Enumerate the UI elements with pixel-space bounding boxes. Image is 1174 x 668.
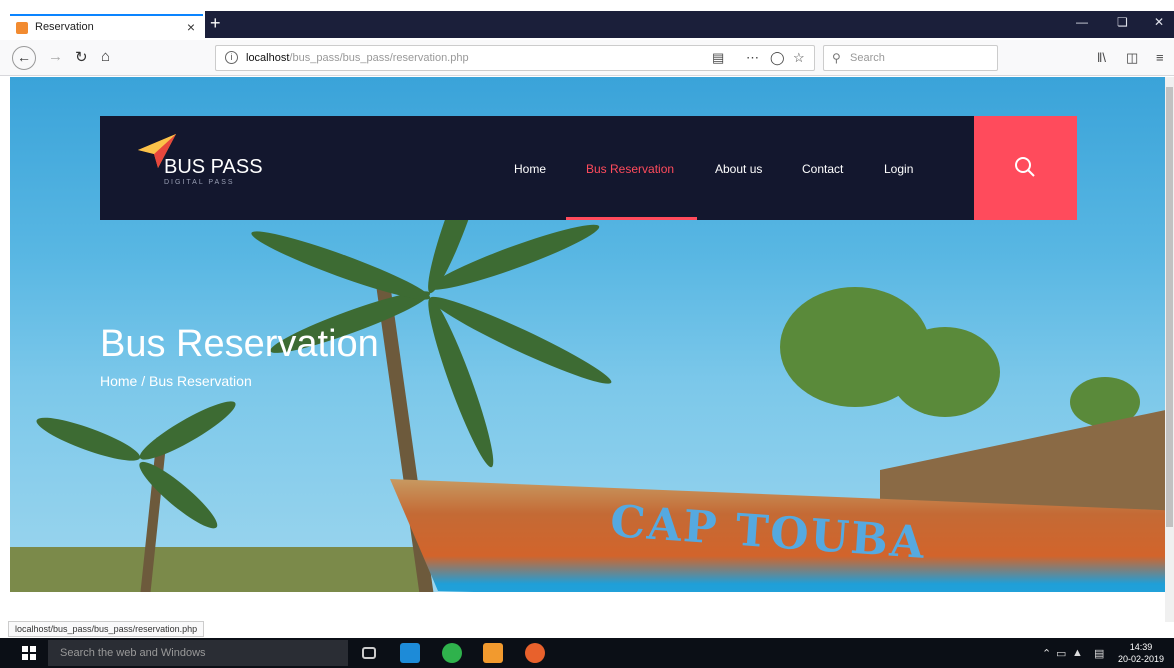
search-icon: ⚲ (832, 51, 841, 65)
back-arrow-icon[interactable]: ← (12, 46, 36, 70)
xampp-icon[interactable] (483, 643, 503, 663)
tabstrip-background (205, 11, 1174, 38)
nav-link-login[interactable]: Login (884, 162, 913, 176)
windows-start-icon[interactable] (22, 646, 36, 660)
tab-title: Reservation (35, 21, 94, 33)
status-url-tooltip: localhost/bus_pass/bus_pass/reservation.… (8, 621, 205, 637)
nav-link-contact[interactable]: Contact (802, 162, 843, 176)
active-nav-indicator (566, 217, 697, 220)
breadcrumb[interactable]: Home / Bus Reservation (100, 373, 252, 389)
page-viewport: CAP TOUBA BUS PASS DIGITAL PASS Home Bus… (10, 77, 1165, 592)
browser-tab-reservation[interactable]: Reservation × (10, 14, 203, 40)
taskbar-search-placeholder: Search the web and Windows (60, 647, 206, 659)
new-tab-button[interactable]: + (210, 13, 221, 34)
page-content-below-hero (10, 592, 1165, 624)
skype-icon[interactable] (400, 643, 420, 663)
nav-link-bus-reservation[interactable]: Bus Reservation (586, 162, 674, 176)
clock-date: 20-02-2019 (1118, 654, 1165, 664)
clock-time: 14:39 (1129, 642, 1153, 652)
menu-hamburger-icon[interactable]: ≡ (1156, 50, 1164, 65)
url-host: localhost (246, 52, 290, 64)
ground-foliage (10, 547, 430, 592)
reader-view-icon[interactable]: ▤ (712, 50, 724, 66)
page-scrollbar[interactable] (1165, 77, 1174, 622)
notification-icon[interactable]: ▤ (1094, 647, 1104, 660)
url-path: /bus_pass/bus_pass/reservation.php (289, 52, 469, 64)
palm-frond (247, 222, 434, 309)
palm-frond (32, 410, 144, 469)
forward-arrow-icon[interactable]: → (48, 48, 63, 65)
search-icon (1015, 157, 1035, 177)
close-window-icon[interactable]: ✕ (1154, 15, 1164, 29)
browser-tabstrip: Reservation × + — ❏ ✕ (0, 0, 1174, 40)
scrollbar-thumb[interactable] (1166, 87, 1173, 527)
logo-title[interactable]: BUS PASS (164, 156, 263, 179)
network-icon[interactable]: ▲ (1072, 647, 1083, 659)
tree-canopy (890, 327, 1000, 417)
tab-close-icon[interactable]: × (187, 19, 195, 35)
taskbar-search-box[interactable]: Search the web and Windows (48, 640, 348, 666)
taskbar-clock[interactable]: 14:39 20-02-2019 (1118, 641, 1164, 665)
page-actions-icon[interactable]: ⋯ (746, 50, 759, 66)
url-text[interactable]: localhost/bus_pass/bus_pass/reservation.… (246, 52, 469, 64)
logo-subtitle: DIGITAL PASS (164, 179, 235, 186)
home-icon[interactable]: ⌂ (101, 48, 110, 65)
restore-window-icon[interactable]: ❏ (1117, 15, 1128, 29)
whatsapp-icon[interactable] (442, 643, 462, 663)
bookmark-star-icon[interactable]: ☆ (793, 50, 805, 66)
windows-taskbar: Search the web and Windows ⌃ ▭ ▲ ▤ 14:39… (0, 638, 1174, 668)
browser-navbar: ← → ↻ ⌂ i localhost/bus_pass/bus_pass/re… (0, 40, 1174, 76)
nav-link-home[interactable]: Home (514, 162, 546, 176)
site-info-icon[interactable]: i (225, 51, 238, 64)
task-view-icon[interactable] (362, 647, 376, 659)
minimize-window-icon[interactable]: — (1076, 15, 1088, 29)
palm-frond (134, 393, 241, 468)
reload-icon[interactable]: ↻ (75, 48, 88, 66)
search-placeholder: Search (850, 52, 885, 64)
browser-search-box[interactable]: ⚲ Search (823, 45, 998, 71)
firefox-icon[interactable] (525, 643, 545, 663)
pocket-icon[interactable]: ◯ (770, 50, 785, 66)
tray-chevron-icon[interactable]: ⌃ (1042, 647, 1051, 660)
site-search-button[interactable] (974, 116, 1077, 220)
sidebar-icon[interactable]: ◫ (1126, 50, 1138, 66)
library-icon[interactable]: ‖\ (1097, 50, 1106, 65)
site-header: BUS PASS DIGITAL PASS Home Bus Reservati… (100, 116, 974, 220)
nav-link-about-us[interactable]: About us (715, 162, 762, 176)
url-bar[interactable]: i localhost/bus_pass/bus_pass/reservatio… (215, 45, 815, 71)
page-title: Bus Reservation (100, 323, 379, 365)
tab-favicon-icon (16, 22, 28, 34)
battery-icon[interactable]: ▭ (1056, 647, 1066, 660)
palm-frond (132, 454, 224, 536)
